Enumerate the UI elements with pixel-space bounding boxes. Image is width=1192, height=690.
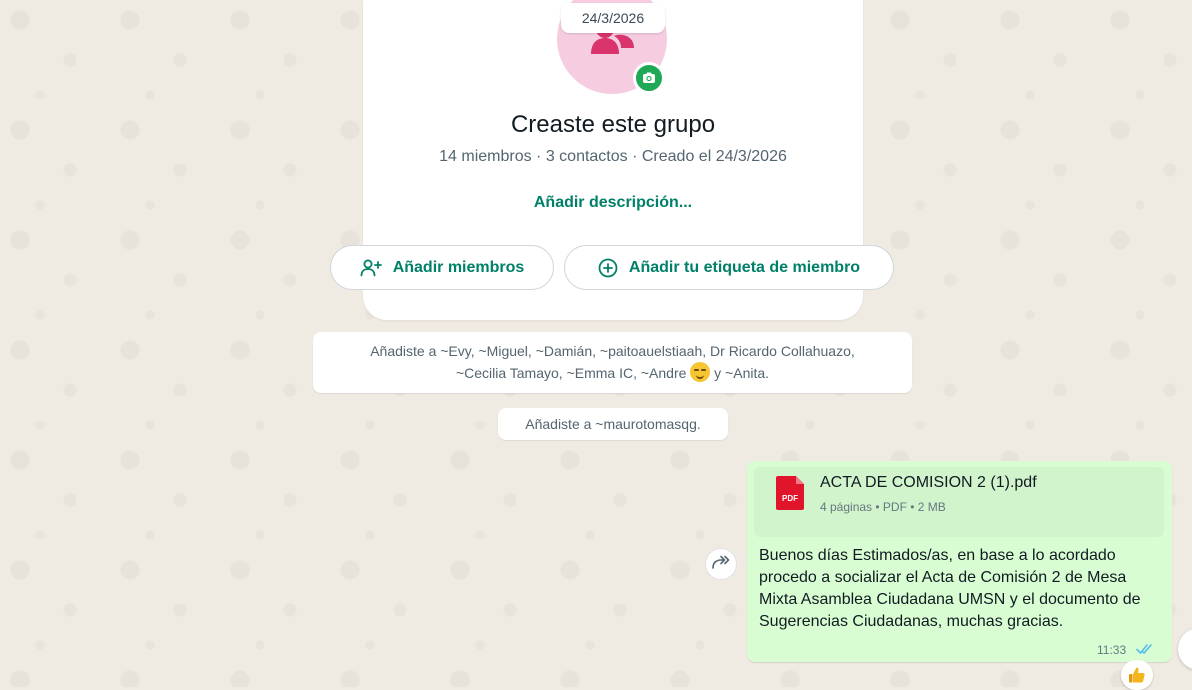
- system-message-member-added: Añadiste a ~maurotomasqg.: [498, 408, 728, 440]
- date-chip: 24/3/2026: [561, 3, 665, 33]
- forward-button[interactable]: [705, 548, 737, 580]
- message-time: 11:33: [1097, 643, 1127, 657]
- system-message-text: y ~Anita.: [714, 365, 770, 381]
- scroll-down-button[interactable]: [1178, 628, 1192, 670]
- add-member-tag-label: Añadir tu etiqueta de miembro: [628, 258, 861, 276]
- add-person-icon: [360, 259, 382, 277]
- plus-circle-icon: [598, 258, 618, 278]
- chat-panel: 24/3/2026 Creaste este grupo 14 miembros…: [0, 0, 1192, 690]
- reaction-thumbs-up[interactable]: [1121, 660, 1153, 690]
- add-description-link[interactable]: Añadir descripción...: [363, 194, 863, 212]
- document-file-name: ACTA DE COMISION 2 (1).pdf: [820, 474, 1037, 491]
- document-file-meta: 4 páginas • PDF • 2 MB: [820, 500, 946, 514]
- system-message-members-added: Añadiste a ~Evy, ~Miguel, ~Damián, ~pait…: [313, 332, 912, 393]
- thumbs-up-icon: [1129, 667, 1145, 683]
- system-message-text: ~Cecilia Tamayo, ~Emma IC, ~Andre: [455, 365, 687, 381]
- camera-icon[interactable]: [633, 62, 665, 94]
- message-text: Buenos días Estimados/as, en base a lo a…: [759, 547, 1141, 630]
- smirk-emoji-icon: [690, 362, 711, 382]
- add-members-button[interactable]: Añadir miembros: [330, 245, 554, 290]
- add-member-tag-button[interactable]: Añadir tu etiqueta de miembro: [564, 245, 894, 290]
- add-members-label: Añadir miembros: [392, 258, 525, 276]
- system-message-line: ~Cecilia Tamayo, ~Emma IC, ~Andre y ~Ani…: [323, 362, 902, 384]
- double-check-read-icon: [1136, 642, 1154, 660]
- forward-icon: [712, 555, 730, 574]
- system-message-line: Añadiste a ~Evy, ~Miguel, ~Damián, ~pait…: [370, 343, 855, 359]
- group-title: Creaste este grupo: [510, 111, 716, 138]
- group-meta: 14 miembros · 3 contactos · Creado el 24…: [439, 148, 787, 165]
- pdf-badge-text: PDF: [782, 494, 798, 503]
- pdf-file-icon: PDF: [776, 476, 804, 515]
